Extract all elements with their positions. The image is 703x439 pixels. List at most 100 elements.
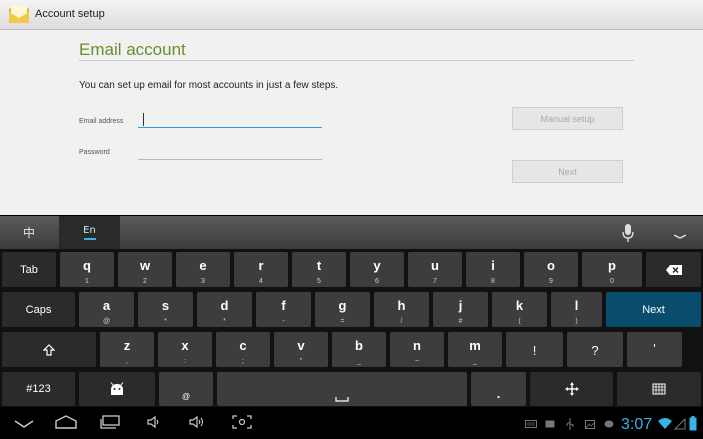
key-sublabel: 8 [491,278,495,285]
key-sublabel: 7 [433,278,437,285]
back-down-icon[interactable] [14,419,34,429]
intro-text: You can set up email for most accounts i… [79,80,339,91]
key-z[interactable]: z, [100,332,154,367]
android-robot-icon [110,382,124,395]
key-sublabel: 9 [549,278,553,285]
language-english-tab[interactable]: En [59,216,120,249]
key-apostrophe[interactable]: ' [627,332,682,367]
key-m[interactable]: m _ [448,332,502,367]
email-app-icon[interactable] [8,4,30,26]
key-label: j [458,298,463,313]
key-period[interactable]: . [471,372,526,406]
key-t[interactable]: t5 [292,252,346,287]
key-x[interactable]: x: [158,332,212,367]
hide-keyboard-icon[interactable] [672,226,688,240]
key-label: m [469,338,481,353]
key-sublabel: , [126,358,128,365]
key-label: n [413,338,421,353]
key-at[interactable]: @ [159,372,213,406]
selected-indicator [83,238,96,240]
image-notification-icon [585,420,595,429]
language-english-label: En [83,225,96,236]
key-q[interactable]: q1 [60,252,114,287]
usb-icon [566,418,574,430]
key-y[interactable]: y6 [350,252,404,287]
status-clock[interactable]: 3:07 [621,416,652,434]
key-caps[interactable]: Caps [2,292,75,327]
microphone-icon[interactable] [620,223,636,243]
key-symbols[interactable]: #123 [2,372,75,406]
key-question[interactable]: ? [567,332,623,367]
key-g[interactable]: g = [315,292,370,327]
key-sublabel: * [164,318,167,325]
key-b[interactable]: b _ [332,332,386,367]
key-v[interactable]: v " [274,332,328,367]
key-label: ! [532,343,537,358]
key-label: x [181,338,189,353]
volume-up-icon[interactable] [188,415,206,429]
key-r[interactable]: r4 [234,252,288,287]
key-tab[interactable]: Tab [2,252,56,287]
key-j[interactable]: j # [433,292,488,327]
email-address-input[interactable] [138,112,322,128]
key-sublabel: 5 [317,278,321,285]
key-sublabel: " [299,358,303,365]
recent-apps-icon[interactable] [99,415,121,429]
key-c[interactable]: c; [216,332,270,367]
key-sublabel: - [282,318,285,325]
key-label: r [258,258,264,273]
password-input[interactable] [138,144,322,160]
key-d[interactable]: d * [197,292,252,327]
key-label: f [281,298,286,313]
key-u[interactable]: u7 [408,252,462,287]
key-settings[interactable] [79,372,155,406]
key-p[interactable]: p0 [582,252,642,287]
key-label: i [491,258,495,273]
key-k[interactable]: k( [492,292,547,327]
key-sublabel: = [340,318,345,325]
key-label: e [199,258,207,273]
key-label: ? [591,343,599,358]
key-w[interactable]: w2 [118,252,172,287]
email-setup-form: Email account You can set up email for m… [0,30,703,215]
key-sublabel: 2 [143,278,147,285]
key-e[interactable]: e3 [176,252,230,287]
key-label: u [431,258,439,273]
key-sublabel: 0 [610,278,614,285]
screenshot-icon[interactable] [232,415,252,429]
key-sublabel: ( [518,318,521,325]
key-backspace[interactable] [646,252,701,287]
key-cursor-move[interactable] [530,372,613,406]
language-chinese-tab[interactable]: 中 [0,216,58,249]
key-label: k [515,298,524,313]
app-title: Account setup [35,8,105,20]
key-sublabel: # [458,318,463,325]
key-n[interactable]: n ~ [390,332,444,367]
backspace-icon [665,264,682,275]
next-button[interactable]: Next [512,160,623,183]
key-l[interactable]: l) [551,292,602,327]
key-keyboard-switch[interactable] [617,372,701,406]
language-chinese-label: 中 [22,226,35,240]
key-label: a [102,298,111,313]
key-exclamation[interactable]: ! [506,332,563,367]
key-i[interactable]: i8 [466,252,520,287]
manual-setup-button[interactable]: Manual setup [512,107,623,130]
page-title: Email account [79,40,186,59]
key-f[interactable]: f- [256,292,311,327]
password-label: Password [79,149,110,156]
key-a[interactable]: a @ [79,292,134,327]
email-address-label: Email address [79,118,124,125]
key-h[interactable]: h / [374,292,429,327]
key-space[interactable] [217,372,467,406]
battery-icon [689,416,697,431]
key-o[interactable]: o9 [524,252,578,287]
key-label: Tab [20,263,38,276]
home-icon[interactable] [55,415,77,429]
key-s[interactable]: s * [138,292,193,327]
key-next[interactable]: Next [606,292,701,327]
space-icon [335,397,349,402]
volume-down-icon[interactable] [146,415,160,429]
key-shift[interactable] [2,332,96,367]
keyboard-grid-icon [652,383,666,395]
